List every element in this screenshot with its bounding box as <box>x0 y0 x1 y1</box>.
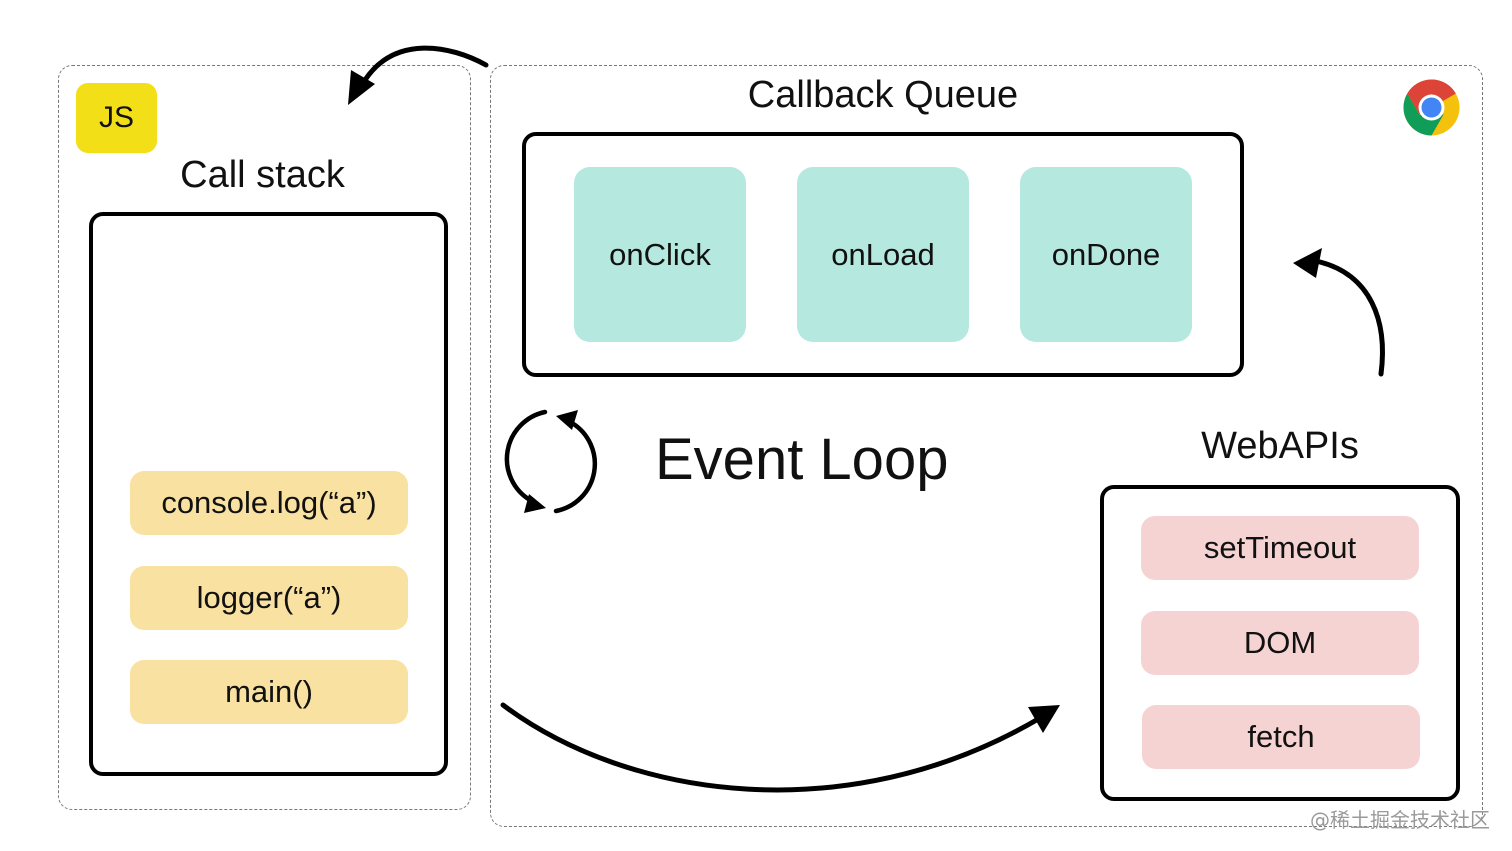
callback-ondone[interactable]: onDone <box>1020 167 1192 342</box>
web-api-fetch[interactable]: fetch <box>1142 705 1420 769</box>
call-stack-title: Call stack <box>180 154 345 196</box>
js-logo-badge: JS <box>76 83 157 153</box>
callback-onload[interactable]: onLoad <box>797 167 969 342</box>
stack-frame-label: logger(“a”) <box>196 580 342 615</box>
watermark: @稀土掘金技术社区 <box>1310 808 1490 832</box>
callback-onclick[interactable]: onClick <box>574 167 746 342</box>
stack-frame-console-log[interactable]: console.log(“a”) <box>130 471 408 535</box>
event-loop-title: Event Loop <box>655 427 949 492</box>
js-badge-label: JS <box>98 101 134 134</box>
chrome-icon <box>1403 79 1460 136</box>
callback-label: onLoad <box>831 236 935 272</box>
stack-frame-main[interactable]: main() <box>130 660 408 724</box>
callback-label: onClick <box>609 236 711 272</box>
stack-frame-label: console.log(“a”) <box>161 485 377 520</box>
web-api-settimeout[interactable]: setTimeout <box>1141 516 1419 580</box>
web-apis-title: WebAPIs <box>1201 425 1359 467</box>
web-api-label: fetch <box>1247 719 1315 754</box>
callback-label: onDone <box>1051 236 1161 272</box>
stack-frame-logger[interactable]: logger(“a”) <box>130 566 408 630</box>
web-api-label: DOM <box>1243 625 1317 660</box>
callback-queue-title: Callback Queue <box>747 74 1019 116</box>
web-api-label: setTimeout <box>1203 530 1357 565</box>
web-api-dom[interactable]: DOM <box>1141 611 1419 675</box>
stack-frame-label: main() <box>225 674 313 709</box>
